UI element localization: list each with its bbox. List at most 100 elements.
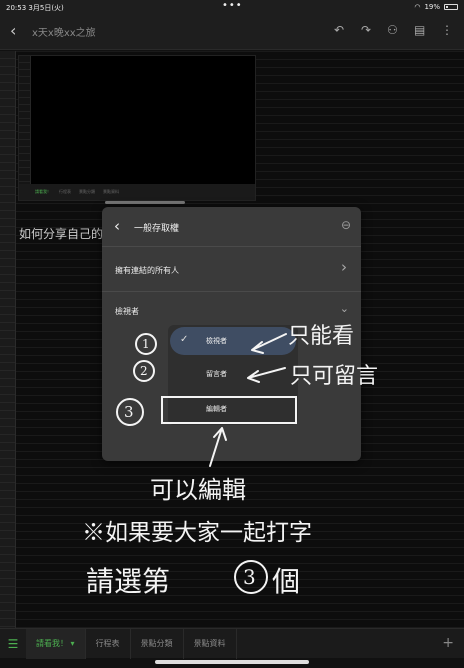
row-number bbox=[0, 403, 15, 411]
chevron-right-icon: › bbox=[341, 258, 347, 276]
viewer-note: 只能看 bbox=[288, 324, 355, 349]
circle-number: 1 bbox=[142, 337, 150, 351]
row-number bbox=[0, 275, 15, 283]
row-number bbox=[0, 483, 15, 491]
row-number bbox=[0, 491, 15, 499]
link-access-row[interactable]: 擁有連結的所有人 › bbox=[102, 247, 361, 292]
row-number bbox=[0, 171, 15, 179]
row-number bbox=[0, 579, 15, 587]
row-number bbox=[0, 235, 15, 243]
row-number bbox=[0, 67, 15, 75]
add-sheet-icon[interactable]: + bbox=[442, 635, 454, 651]
dialog-back-icon[interactable]: ‹ bbox=[114, 217, 120, 235]
all-sheets-menu-icon[interactable]: ☰ bbox=[0, 637, 26, 651]
row-number bbox=[0, 347, 15, 355]
row-number bbox=[0, 91, 15, 99]
row-number bbox=[0, 523, 15, 531]
row-number bbox=[0, 131, 15, 139]
row-number bbox=[0, 163, 15, 171]
row-number bbox=[0, 75, 15, 83]
row-number bbox=[0, 323, 15, 331]
embedded-row-number bbox=[19, 168, 30, 175]
editor-note: 可以編輯 bbox=[150, 476, 246, 504]
dialog-header: ‹ 一般存取權 ⊖ bbox=[102, 207, 361, 247]
row-number bbox=[0, 419, 15, 427]
multitask-dots[interactable]: ••• bbox=[222, 0, 243, 11]
sheet-tab[interactable]: 行程表 bbox=[86, 628, 131, 659]
row-number bbox=[0, 595, 15, 603]
embedded-row-number bbox=[19, 147, 30, 154]
row-number bbox=[0, 603, 15, 611]
comment-icon[interactable]: ▤ bbox=[414, 23, 425, 37]
row-number bbox=[0, 219, 15, 227]
redo-icon[interactable]: ↷ bbox=[361, 23, 371, 37]
add-person-icon[interactable]: ⚇ bbox=[387, 23, 398, 37]
row-number bbox=[0, 59, 15, 67]
row-number bbox=[0, 571, 15, 579]
sheet-tab[interactable]: 景點分類 bbox=[131, 628, 184, 659]
row-number bbox=[0, 339, 15, 347]
embedded-row-number bbox=[19, 133, 30, 140]
embedded-row-number bbox=[19, 154, 30, 161]
status-bar: 20:53 3月5日(火) ••• ◠ 19% bbox=[0, 0, 464, 14]
embedded-row-number bbox=[19, 126, 30, 133]
row-number bbox=[0, 291, 15, 299]
embedded-row-number bbox=[19, 161, 30, 168]
embedded-tab: 請看我！ bbox=[35, 189, 51, 194]
row-number bbox=[0, 563, 15, 571]
back-button[interactable]: ‹ bbox=[10, 21, 16, 40]
tip-line-2-end: 個 bbox=[272, 565, 301, 598]
row-number bbox=[0, 451, 15, 459]
row-number bbox=[0, 283, 15, 291]
battery-percent: 19% bbox=[424, 3, 440, 11]
sheet-tab[interactable]: 景點資料 bbox=[184, 628, 237, 659]
row-number bbox=[0, 435, 15, 443]
tip-line-2: 請選第 bbox=[86, 565, 171, 598]
embedded-row-number bbox=[19, 105, 30, 112]
row-number bbox=[0, 115, 15, 123]
embedded-row-gutter bbox=[19, 56, 31, 186]
row-number bbox=[0, 547, 15, 555]
embedded-row-number bbox=[19, 112, 30, 119]
row-number bbox=[0, 123, 15, 131]
row-number bbox=[0, 499, 15, 507]
chevron-down-icon: ⌄ bbox=[339, 302, 349, 315]
document-title[interactable]: x天x晚xx之旅 bbox=[32, 24, 96, 39]
row-number bbox=[0, 179, 15, 187]
link-icon[interactable]: ⊖ bbox=[341, 218, 351, 232]
row-number bbox=[0, 107, 15, 115]
sheet-tab-active[interactable]: 請看我！ ▾ bbox=[26, 628, 86, 659]
embedded-tab: 景點資料 bbox=[103, 189, 119, 194]
embedded-row-number bbox=[19, 140, 30, 147]
row-number bbox=[0, 195, 15, 203]
row-number bbox=[0, 507, 15, 515]
role-option-editor[interactable]: 編輯者 bbox=[170, 395, 296, 423]
row-number bbox=[0, 395, 15, 403]
row-number bbox=[0, 443, 15, 451]
more-options-icon[interactable]: ⋮ bbox=[441, 23, 453, 37]
row-number bbox=[0, 531, 15, 539]
row-number bbox=[0, 299, 15, 307]
checkmark-icon: ✓ bbox=[180, 334, 189, 345]
undo-icon[interactable]: ↶ bbox=[334, 23, 344, 37]
embedded-scrollbar bbox=[105, 201, 185, 204]
row-number bbox=[0, 619, 15, 627]
row-number bbox=[0, 267, 15, 275]
role-option-label: 留言者 bbox=[206, 370, 227, 378]
battery-icon bbox=[444, 4, 458, 10]
row-number bbox=[0, 203, 15, 211]
row-number bbox=[0, 427, 15, 435]
row-number bbox=[0, 379, 15, 387]
role-option-commenter[interactable]: 留言者 bbox=[170, 360, 296, 388]
row-number bbox=[0, 51, 15, 59]
role-select-label: 檢視者 bbox=[115, 307, 139, 316]
row-number bbox=[0, 259, 15, 267]
home-indicator[interactable] bbox=[155, 660, 309, 664]
row-number bbox=[0, 611, 15, 619]
row-number bbox=[0, 243, 15, 251]
circle-number: 3 bbox=[124, 403, 134, 421]
question-text: 如何分享自己的 bbox=[19, 227, 104, 241]
row-number bbox=[0, 387, 15, 395]
row-number bbox=[0, 315, 15, 323]
role-option-viewer[interactable]: ✓ 檢視者 bbox=[170, 327, 296, 355]
